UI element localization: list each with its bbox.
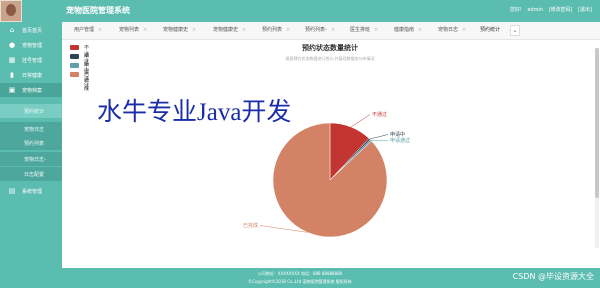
close-icon[interactable]: × <box>462 27 466 33</box>
legend-label: 已完成 <box>84 72 90 92</box>
chart-title: 预约状态数量统计 <box>302 44 358 52</box>
sidebar-item-records[interactable]: ▣ 宠物档案 <box>0 83 62 97</box>
tab-label: 宠物健康史 <box>213 27 239 33</box>
avatar[interactable] <box>0 0 22 22</box>
sidebar-subitem-label: 预约列表 <box>24 141 45 147</box>
sidebar-item-label: 首页首页 <box>22 28 43 34</box>
sidebar-item-health[interactable]: ▮ 日常健康 <box>0 68 62 82</box>
tab-bar: 用户管理 × 宠物列表 × 宠物健康史 × 宠物健康史 × 预约列表 × 预约列表- × 医… <box>62 22 600 40</box>
sidebar-item-registration[interactable]: ▦ 挂号管理 <box>0 53 62 67</box>
sidebar-subitem-log-config[interactable]: 日志配置 <box>0 167 62 181</box>
sidebar-item-home[interactable]: ⌂ 首页首页 <box>0 23 62 37</box>
sidebar: ⌂ 首页首页 ● 宠物管理 ▦ 挂号管理 ▮ 日常健康 ▣ 宠物档案 预约统计 … <box>0 22 62 268</box>
calendar-icon: ▦ <box>8 56 16 64</box>
home-icon: ⌂ <box>9 26 15 34</box>
paw-icon: ● <box>8 41 16 49</box>
sidebar-item-label: 宠物管理 <box>22 43 43 49</box>
greeting-text: 您好! <box>509 7 522 13</box>
tab-appointment-list-2[interactable]: 预约列表- × <box>305 22 335 39</box>
sidebar-subitem-appointment-stats[interactable]: 预约统计 <box>0 104 62 118</box>
sidebar-subitem-label: 宠物日志 <box>24 127 45 133</box>
username-link[interactable]: admin <box>527 7 543 13</box>
tab-label: 预约列表 <box>262 27 283 33</box>
close-icon[interactable]: × <box>374 27 378 33</box>
watermark-text: 水牛专业Java开发 <box>97 99 292 126</box>
logout-link[interactable]: [退出] <box>578 7 592 13</box>
tab-pet-list[interactable]: 宠物列表 × <box>119 22 147 39</box>
sidebar-subitem-appointment-list[interactable]: 预约列表 <box>0 136 62 150</box>
legend-swatch <box>70 72 79 77</box>
legend-swatch <box>70 54 79 59</box>
footer: 公司地址：XXXXXXXX 电话：888 88888888 ©Copyright… <box>0 268 600 288</box>
close-icon[interactable]: × <box>192 27 196 33</box>
footer-copyright: ©Copyright©2018 Co.,Ltd 宠物医院管理系统 版权所有 <box>248 279 352 284</box>
tab-label: 宠物列表 <box>119 27 140 33</box>
tab-label: 预约统计 <box>480 27 501 33</box>
change-password-link[interactable]: [修改密码] <box>549 7 573 13</box>
sidebar-subitem-label: 日志配置 <box>24 172 45 178</box>
close-icon[interactable]: × <box>242 27 246 33</box>
sidebar-item-pets[interactable]: ● 宠物管理 <box>0 38 62 52</box>
sidebar-item-label: 挂号管理 <box>22 58 43 64</box>
sidebar-item-label: 系统管理 <box>22 189 43 195</box>
folder-icon: ▣ <box>8 86 16 94</box>
tab-appointment-stats[interactable]: 预约统计 <box>480 22 500 39</box>
tab-health-guide[interactable]: 健康指南 × <box>394 22 422 39</box>
sidebar-subitem-pet-log[interactable]: 宠物日志 <box>0 122 62 136</box>
tab-appointment-list[interactable]: 预约列表 × <box>262 22 290 39</box>
tab-label: 用户管理 <box>74 27 95 33</box>
sidebar-subitem-pet-log-2[interactable]: 宠物日志- <box>0 152 62 166</box>
tab-user-management[interactable]: 用户管理 × <box>74 22 102 39</box>
tab-pet-health-history[interactable]: 宠物健康史 × <box>163 22 196 39</box>
sidebar-subitem-label: 宠物日志- <box>24 157 46 163</box>
chevron-down-icon[interactable]: ⌄ <box>510 25 520 36</box>
sidebar-item-label: 宠物档案 <box>22 88 43 94</box>
main-content <box>62 40 600 268</box>
document-icon: ▤ <box>8 187 16 195</box>
chart-subtitle: 根据预约状态数据进行统计,并展现数据各分布情况 <box>285 56 375 61</box>
tab-doctor-schedule[interactable]: 医生排班 × <box>350 22 378 39</box>
tab-label: 预约列表- <box>305 27 327 33</box>
chart-icon: ▮ <box>10 71 14 79</box>
top-bar: 宠物医院管理系统 您好! admin [修改密码] [退出] <box>0 0 600 22</box>
sidebar-item-system[interactable]: ▤ 系统管理 <box>0 184 62 198</box>
top-links: 您好! admin [修改密码] [退出] <box>506 6 592 13</box>
scrollbar-thumb[interactable] <box>595 48 599 198</box>
legend-swatch <box>70 63 79 68</box>
tab-label: 健康指南 <box>394 27 415 33</box>
tab-pet-log[interactable]: 宠物日志 × <box>438 22 466 39</box>
close-icon[interactable]: × <box>98 27 102 33</box>
tab-label: 宠物日志 <box>438 27 459 33</box>
close-icon[interactable]: × <box>286 27 290 33</box>
close-icon[interactable]: × <box>143 27 147 33</box>
csdn-watermark: CSDN @毕设资源大全 <box>512 272 594 281</box>
legend-swatch <box>70 45 79 50</box>
app-title: 宠物医院管理系统 <box>66 6 130 15</box>
sidebar-subitem-label: 预约统计 <box>24 109 45 115</box>
close-icon[interactable]: × <box>331 27 335 33</box>
tab-label: 宠物健康史 <box>163 27 189 33</box>
tab-label: 医生排班 <box>350 27 371 33</box>
tab-pet-health-history-2[interactable]: 宠物健康史 × <box>213 22 246 39</box>
scrollbar[interactable] <box>595 48 599 248</box>
close-icon[interactable]: × <box>418 27 422 33</box>
footer-address: 公司地址：XXXXXXXX 电话：888 88888888 <box>257 271 343 276</box>
sidebar-item-label: 日常健康 <box>22 73 43 79</box>
